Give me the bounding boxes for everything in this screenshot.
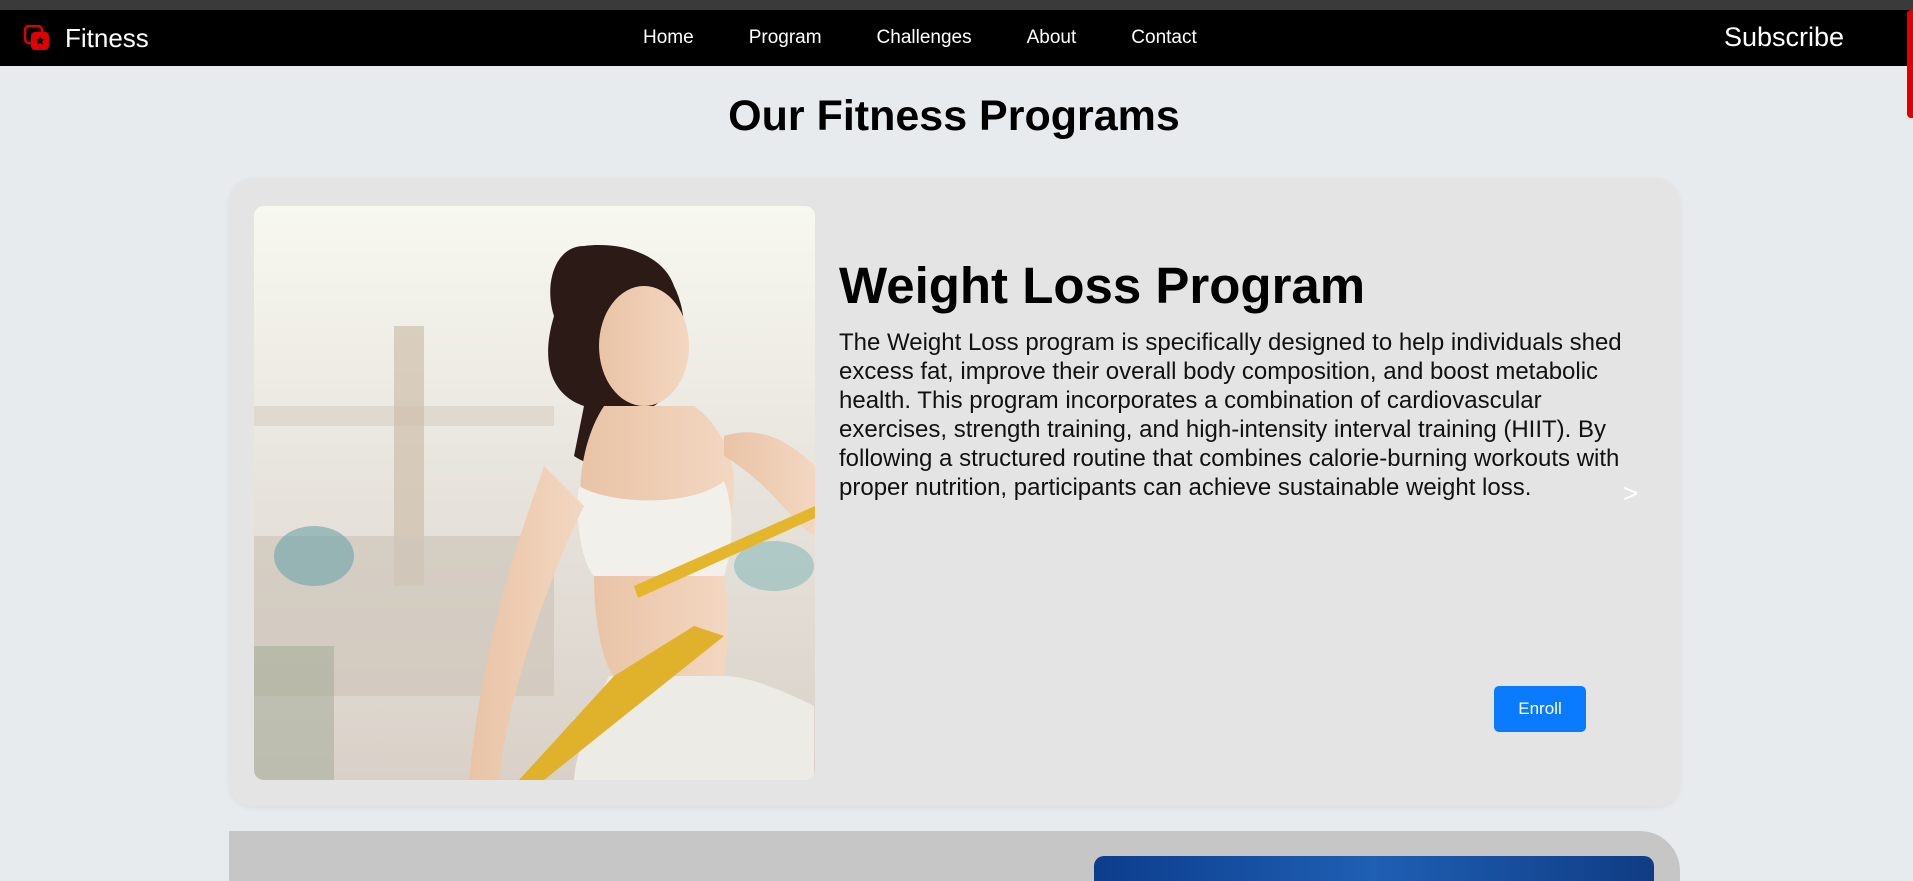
nav-link-about[interactable]: About [1027,27,1077,49]
nav-link-program[interactable]: Program [749,27,822,49]
nav-link-home[interactable]: Home [643,27,694,49]
program-card-next [229,831,1680,881]
browser-top-strip [0,0,1913,10]
nav-link-contact[interactable]: Contact [1131,27,1196,49]
page-title: Our Fitness Programs [728,92,1180,140]
nav-link-challenges[interactable]: Challenges [877,27,972,49]
fitness-logo-icon [23,24,51,52]
program-title: Weight Loss Program [839,257,1366,314]
subscribe-link[interactable]: Subscribe [1724,22,1844,53]
program-image [254,206,815,780]
program-card: Weight Loss Program The Weight Loss prog… [229,178,1680,806]
nav-links: Home Program Challenges About Contact [643,27,1252,49]
navbar: Fitness Home Program Challenges About Co… [0,10,1913,66]
program-image-next [1094,856,1654,881]
next-arrow-icon[interactable]: > [1623,478,1638,509]
brand-name: Fitness [65,22,149,53]
brand[interactable]: Fitness [23,20,149,56]
program-description: The Weight Loss program is specifically … [839,329,1622,501]
enroll-button[interactable]: Enroll [1494,686,1586,732]
